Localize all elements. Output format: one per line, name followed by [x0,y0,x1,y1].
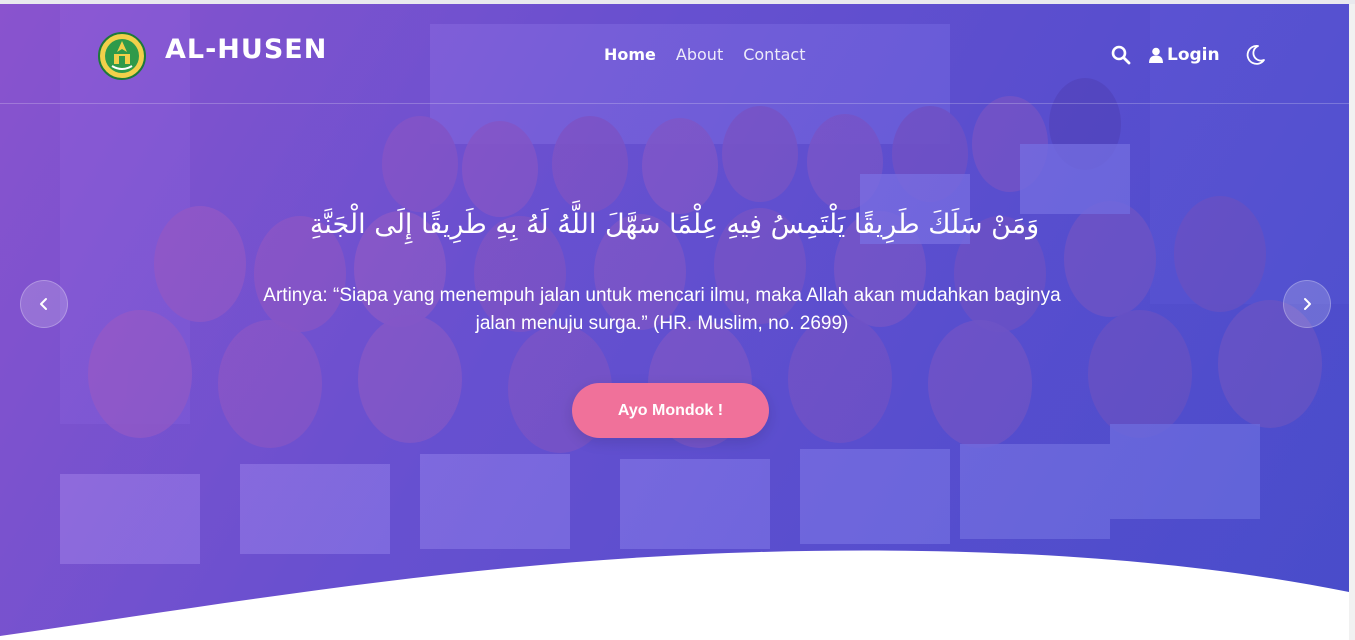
hadith-translation: Artinya: “Siapa yang menempuh jalan untu… [263,285,1061,334]
page: AL-HUSEN Home About Contact Login وَمَنْ… [0,0,1355,640]
user-icon [1149,47,1163,63]
nav-about[interactable]: About [676,45,723,64]
hero-bottom-wave [0,550,1349,640]
nav-home[interactable]: Home [604,45,656,64]
login-button[interactable]: Login [1149,45,1220,65]
top-navbar: AL-HUSEN Home About Contact Login [0,4,1349,104]
nav-actions: Login [1111,44,1266,66]
brand-name[interactable]: AL-HUSEN [165,34,327,65]
nav-contact[interactable]: Contact [743,45,805,64]
emblem-logo-icon[interactable] [98,32,146,80]
hero-carousel: AL-HUSEN Home About Contact Login وَمَنْ… [0,4,1349,640]
login-label: Login [1167,45,1220,65]
main-nav: Home About Contact [604,45,805,64]
chevron-left-icon [40,298,47,310]
carousel-next-button[interactable] [1283,280,1331,328]
chevron-right-icon [1304,298,1311,310]
scrollbar[interactable] [1349,4,1355,640]
browser-top-strip [0,0,1355,4]
search-icon[interactable] [1111,45,1131,65]
hadith-arabic-text: وَمَنْ سَلَكَ طَرِيقًا يَلْتَمِسُ فِيهِ … [309,209,1040,240]
carousel-prev-button[interactable] [20,280,68,328]
ayo-mondok-button[interactable]: Ayo Mondok ! [572,383,769,438]
moon-icon[interactable] [1244,44,1266,66]
